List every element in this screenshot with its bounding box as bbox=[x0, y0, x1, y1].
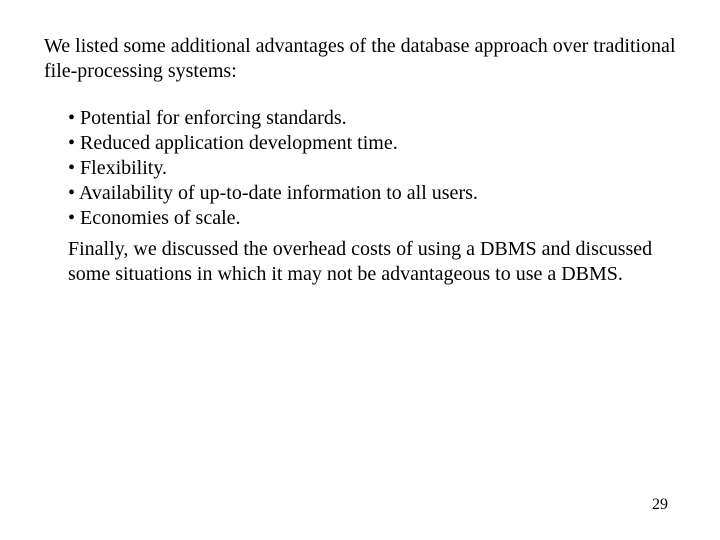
list-item: Flexibility. bbox=[68, 156, 676, 181]
list-item: Availability of up-to-date information t… bbox=[68, 181, 676, 206]
page-number: 29 bbox=[652, 496, 668, 514]
content-block: Potential for enforcing standards. Reduc… bbox=[44, 106, 676, 287]
advantages-list: Potential for enforcing standards. Reduc… bbox=[68, 106, 676, 231]
list-item: Economies of scale. bbox=[68, 206, 676, 231]
closing-paragraph: Finally, we discussed the overhead costs… bbox=[68, 237, 676, 287]
list-item: Reduced application development time. bbox=[68, 131, 676, 156]
intro-paragraph: We listed some additional advantages of … bbox=[44, 34, 676, 84]
list-item: Potential for enforcing standards. bbox=[68, 106, 676, 131]
